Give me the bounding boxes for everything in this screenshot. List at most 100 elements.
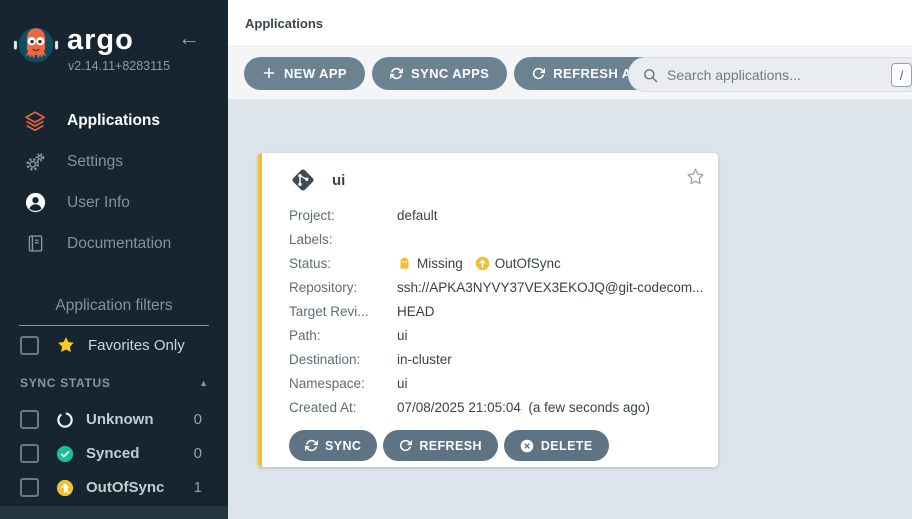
outofsync-checkbox[interactable] [20,478,39,497]
delete-label: DELETE [541,439,593,453]
row-labels: Labels: [289,227,702,251]
filter-count: 0 [194,445,210,462]
user-icon [22,191,48,214]
card-rows: Project: default Labels: Status: [258,194,718,419]
sync-apps-label: SYNC APPS [411,66,489,81]
row-label: Target Revi... [289,304,397,319]
application-card-ui[interactable]: ui Project: default Labels: Status: [258,153,718,467]
git-app-icon [289,166,317,194]
row-value: default [397,208,438,223]
new-app-label: NEW APP [284,66,347,81]
collapse-section-icon[interactable]: ▲ [199,378,208,388]
sidebar-bottom-strip [0,506,228,519]
row-label: Namespace: [289,376,397,391]
sync-status-section-header: SYNC STATUS ▲ [20,376,208,390]
unknown-status-icon [56,411,74,429]
favorites-only-filter[interactable]: Favorites Only [20,335,185,355]
favorites-checkbox[interactable] [20,336,39,355]
row-label: Path: [289,328,397,343]
sync-label: SYNC [325,439,361,453]
sync-icon [305,439,318,452]
sidebar-item-settings[interactable]: Settings [0,141,228,182]
row-value: HEAD [397,304,435,319]
new-app-button[interactable]: NEW APP [244,57,365,90]
sync-status-label: OutOfSync [495,256,561,271]
row-value: ssh://APKA3NYVY37VEX3EKOJQ@git-codecom..… [397,280,702,295]
row-value: ui [397,328,408,343]
sync-apps-button[interactable]: SYNC APPS [372,57,507,90]
synced-status-icon [56,445,74,463]
search-box: / [628,57,912,92]
gear-icon [22,151,48,173]
delete-button[interactable]: DELETE [504,430,609,461]
row-target-revision: Target Revi... HEAD [289,299,702,323]
row-destination: Destination: in-cluster [289,347,702,371]
sidebar-item-documentation[interactable]: Documentation [0,223,228,264]
sidebar-nav: Applications Settings User [0,100,228,264]
sidebar-item-label: Applications [67,112,160,130]
synced-checkbox[interactable] [20,444,39,463]
row-value: 07/08/2025 21:05:04 (a few seconds ago) [397,400,650,415]
sync-outofsync-icon [475,256,490,271]
row-label: Labels: [289,232,397,247]
application-filters-title: Application filters [19,297,209,326]
row-created-at: Created At: 07/08/2025 21:05:04 (a few s… [289,395,702,419]
sidebar-item-user-info[interactable]: User Info [0,182,228,223]
card-actions: SYNC REFRESH DELETE [258,419,718,461]
row-repository: Repository: ssh://APKA3NYVY37VEX3EKOJQ@g… [289,275,702,299]
status-chips: Missing OutOfSync [397,256,561,271]
health-missing-icon [397,256,412,271]
sidebar-item-applications[interactable]: Applications [0,100,228,141]
app-name: ui [332,172,345,189]
book-icon [22,233,48,254]
row-status: Status: Missing [289,251,702,275]
sync-button[interactable]: SYNC [289,430,377,461]
row-label: Project: [289,208,397,223]
delete-icon [520,439,534,453]
row-label: Repository: [289,280,397,295]
sidebar-item-label: Settings [67,153,123,171]
filter-synced[interactable]: Synced 0 [20,444,210,463]
sync-status-title: SYNC STATUS [20,376,111,390]
row-project: Project: default [289,203,702,227]
outofsync-status-icon [56,479,74,497]
slash-shortcut-key: / [891,63,912,87]
main-area: Applications NEW APP SYNC APPS REFRESH A… [228,0,912,519]
favorite-star-icon[interactable] [686,167,705,186]
row-label: Destination: [289,352,397,367]
argo-octopus-logo-icon [11,21,61,76]
refresh-icon [399,439,412,452]
breadcrumb: Applications [245,16,323,31]
card-header: ui [258,153,718,194]
search-input[interactable] [667,58,882,91]
unknown-checkbox[interactable] [20,410,39,429]
favorites-only-label: Favorites Only [88,337,185,354]
page-titlebar: Applications [228,0,912,47]
row-value: ui [397,376,408,391]
refresh-label: REFRESH [419,439,482,453]
row-value: in-cluster [397,352,452,367]
plus-icon [262,66,276,80]
sync-icon [390,67,403,80]
applications-list: ui Project: default Labels: Status: [228,100,912,519]
brand-name: argo [67,24,134,57]
filter-unknown[interactable]: Unknown 0 [20,410,210,429]
collapse-sidebar-icon[interactable]: ← [178,25,200,51]
row-label: Created At: [289,400,397,415]
row-path: Path: ui [289,323,702,347]
search-icon [642,67,659,89]
refresh-icon [532,67,545,80]
version-label: v2.14.11+8283115 [68,59,170,73]
filter-label: Unknown [86,411,154,428]
sidebar: argo v2.14.11+8283115 ← Applications [0,0,228,519]
sidebar-item-label: Documentation [67,235,171,253]
filter-count: 1 [194,479,210,496]
row-namespace: Namespace: ui [289,371,702,395]
favorites-star-icon [56,335,76,355]
filter-label: Synced [86,445,139,462]
filter-label: OutOfSync [86,479,164,496]
refresh-button[interactable]: REFRESH [383,430,498,461]
filter-outofsync[interactable]: OutOfSync 1 [20,478,210,497]
filter-count: 0 [194,411,210,428]
sidebar-item-label: User Info [67,194,130,212]
